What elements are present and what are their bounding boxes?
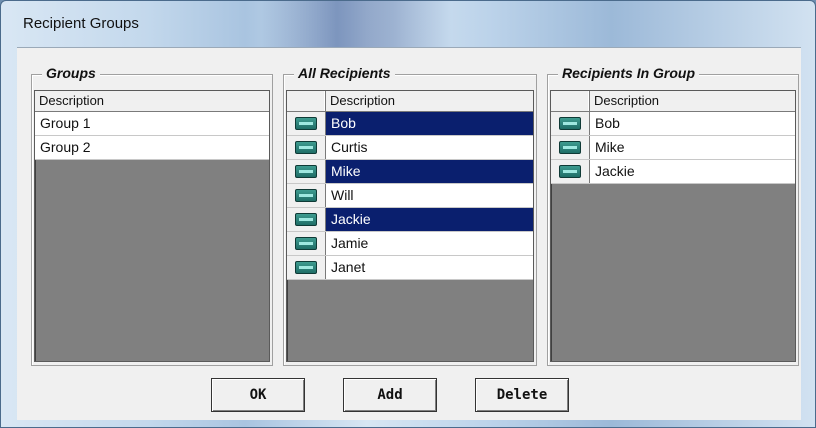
- row-description: Jackie: [331, 211, 371, 227]
- row-icon-cell: [551, 136, 590, 159]
- list-item[interactable]: Bob: [287, 112, 533, 136]
- row-icon-cell: [287, 136, 326, 159]
- row-description: Bob: [331, 115, 356, 131]
- all-recipients-title: All Recipients: [294, 65, 395, 81]
- row-icon-cell: [551, 112, 590, 135]
- recipient-icon: [559, 117, 581, 130]
- recipient-icon: [559, 141, 581, 154]
- recipients-in-group-icon-header[interactable]: [551, 91, 590, 111]
- list-item[interactable]: Jamie: [287, 232, 533, 256]
- recipient-icon: [295, 237, 317, 250]
- row-description: Curtis: [331, 139, 368, 155]
- groups-grid[interactable]: Description Group 1 Group 2: [34, 90, 270, 362]
- all-recipients-grid[interactable]: Description Bob Curtis Mike Will Jackie Jamie…: [286, 90, 534, 362]
- add-button[interactable]: Add: [343, 378, 437, 412]
- row-description: Jamie: [331, 235, 369, 251]
- all-recipients-rows: Bob Curtis Mike Will Jackie Jamie Janet: [287, 112, 533, 280]
- recipient-icon: [295, 117, 317, 130]
- title-bar-glass: [261, 1, 451, 47]
- list-item[interactable]: Bob: [551, 112, 795, 136]
- all-recipients-description-header[interactable]: Description: [326, 91, 533, 111]
- recipient-icon: [295, 213, 317, 226]
- dialog-client-area: Groups Description Group 1 Group 2 All Re…: [17, 47, 801, 420]
- row-icon-cell: [287, 184, 326, 207]
- row-description: Janet: [331, 259, 366, 275]
- delete-button[interactable]: Delete: [475, 378, 569, 412]
- list-item[interactable]: Will: [287, 184, 533, 208]
- row-icon-cell: [287, 112, 326, 135]
- recipients-in-group-grid[interactable]: Description Bob Mike Jackie: [550, 90, 796, 362]
- list-item[interactable]: Curtis: [287, 136, 533, 160]
- row-description: Jackie: [595, 163, 635, 179]
- list-item[interactable]: Mike: [287, 160, 533, 184]
- row-description: Mike: [331, 163, 361, 179]
- recipient-icon: [295, 165, 317, 178]
- row-icon-cell: [551, 160, 590, 183]
- row-icon-cell: [287, 208, 326, 231]
- recipient-icon: [295, 261, 317, 274]
- all-recipients-groupbox: All Recipients Description Bob Curtis Mike…: [283, 65, 537, 366]
- all-recipients-grid-header[interactable]: Description: [287, 91, 533, 112]
- row-icon-cell: [287, 160, 326, 183]
- list-item[interactable]: Jackie: [287, 208, 533, 232]
- list-item[interactable]: Group 2: [35, 136, 269, 160]
- groups-groupbox: Groups Description Group 1 Group 2: [31, 65, 273, 366]
- list-item[interactable]: Group 1: [35, 112, 269, 136]
- recipients-in-group-groupbox: Recipients In Group Description Bob Mike J…: [547, 65, 799, 366]
- ok-button[interactable]: OK: [211, 378, 305, 412]
- recipients-in-group-title: Recipients In Group: [558, 65, 700, 81]
- groups-grid-header[interactable]: Description: [35, 91, 269, 112]
- row-description: Group 2: [40, 139, 91, 155]
- recipient-groups-window: Recipient Groups Groups Description Grou…: [0, 0, 816, 428]
- groups-description-header[interactable]: Description: [35, 91, 269, 111]
- list-item[interactable]: Mike: [551, 136, 795, 160]
- row-description: Mike: [595, 139, 625, 155]
- row-description: Will: [331, 187, 354, 203]
- row-icon-cell: [287, 256, 326, 279]
- groups-rows: Group 1 Group 2: [35, 112, 269, 160]
- title-bar[interactable]: Recipient Groups: [1, 1, 815, 47]
- list-item[interactable]: Jackie: [551, 160, 795, 184]
- row-icon-cell: [287, 232, 326, 255]
- recipients-in-group-grid-header[interactable]: Description: [551, 91, 795, 112]
- recipient-icon: [295, 189, 317, 202]
- groups-title: Groups: [42, 65, 100, 81]
- recipients-in-group-rows: Bob Mike Jackie: [551, 112, 795, 184]
- window-title: Recipient Groups: [23, 15, 139, 32]
- all-recipients-icon-header[interactable]: [287, 91, 326, 111]
- list-item[interactable]: Janet: [287, 256, 533, 280]
- recipients-in-group-description-header[interactable]: Description: [590, 91, 795, 111]
- recipient-icon: [559, 165, 581, 178]
- recipient-icon: [295, 141, 317, 154]
- row-description: Bob: [595, 115, 620, 131]
- row-description: Group 1: [40, 115, 91, 131]
